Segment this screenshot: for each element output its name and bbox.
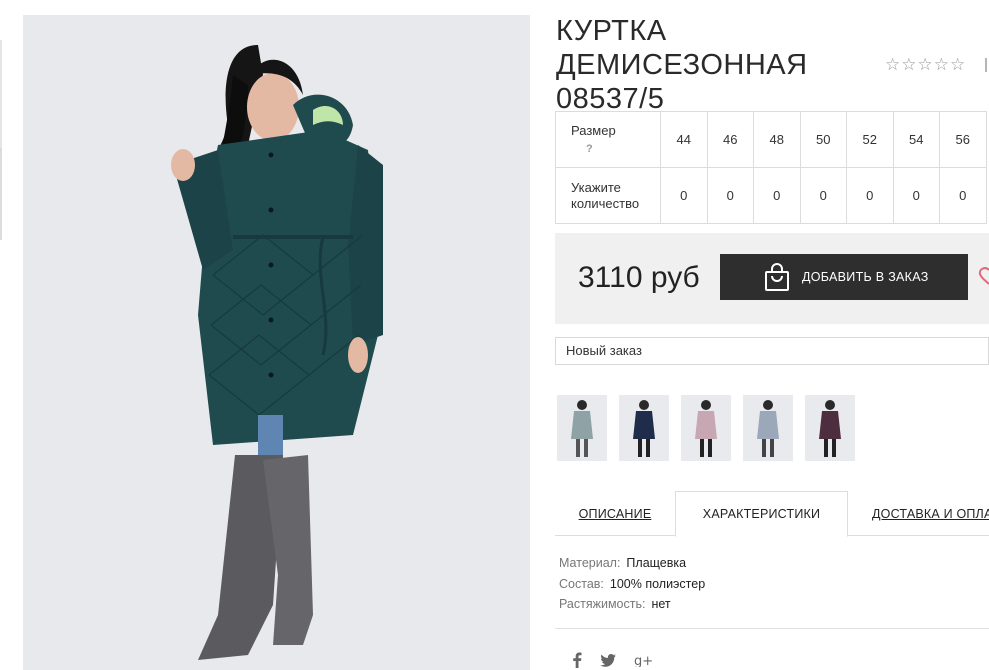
tab-description[interactable]: ОПИСАНИЕ: [555, 491, 675, 536]
rating-divider: [985, 58, 987, 72]
quantity-input[interactable]: 0: [799, 167, 847, 224]
star-icon[interactable]: ☆: [901, 56, 916, 73]
characteristics-list: Материал: Плащевка Состав: 100% полиэстер …: [559, 553, 705, 615]
characteristic-key: Растяжимость:: [559, 597, 646, 611]
characteristic-key: Состав:: [559, 576, 604, 591]
product-title: КУРТКА ДЕМИСЕЗОННАЯ 08537/5: [556, 14, 916, 116]
size-cell: 56: [939, 111, 987, 168]
quantity-label-line1: Укажите: [571, 179, 621, 195]
characteristic-key: Материал:: [559, 556, 621, 570]
svg-text:g+: g+: [634, 654, 652, 667]
product-title-line1: КУРТКА ДЕМИСЕЗОННАЯ: [556, 15, 808, 81]
main-product-photo[interactable]: [23, 15, 530, 670]
size-cell: 54: [892, 111, 940, 168]
variant-thumbnail[interactable]: [743, 395, 793, 461]
quantity-input[interactable]: 0: [706, 167, 754, 224]
product-tabs: ОПИСАНИЕ ХАРАКТЕРИСТИКИ ДОСТАВКА И ОПЛАТ…: [555, 491, 989, 537]
characteristic-value: 100% полиэстер: [609, 576, 706, 591]
gallery-scroll-thumb[interactable]: [0, 148, 2, 240]
variant-thumbnail[interactable]: [557, 395, 607, 461]
characteristic-row: Состав: 100% полиэстер: [559, 574, 705, 595]
divider: [555, 628, 989, 629]
social-share: g+: [572, 652, 653, 670]
color-variant-thumbnails: [557, 395, 855, 461]
price: 3110 руб: [578, 261, 700, 294]
star-icon[interactable]: ☆: [918, 56, 933, 73]
twitter-icon[interactable]: [600, 653, 616, 670]
price-panel: 3110 руб ДОБАВИТЬ В ЗАКАЗ: [555, 233, 989, 324]
facebook-icon[interactable]: [572, 652, 582, 670]
characteristic-value: Плащевка: [626, 556, 687, 570]
star-icon[interactable]: ☆: [885, 56, 900, 73]
characteristic-value: нет: [651, 597, 671, 611]
quantity-input[interactable]: 0: [939, 167, 987, 224]
quantity-label-cell: Укажите количество: [555, 167, 661, 224]
size-cell: 44: [660, 111, 708, 168]
size-help-icon[interactable]: ?: [571, 141, 660, 157]
add-to-order-label: ДОБАВИТЬ В ЗАКАЗ: [802, 270, 929, 284]
quantity-label-line2: количество: [571, 195, 640, 211]
size-cell: 46: [706, 111, 754, 168]
variant-thumbnail[interactable]: [805, 395, 855, 461]
quantity-input[interactable]: 0: [892, 167, 940, 224]
google-plus-icon[interactable]: g+: [634, 653, 653, 670]
add-to-order-button[interactable]: ДОБАВИТЬ В ЗАКАЗ: [720, 254, 968, 300]
star-icon[interactable]: ☆: [950, 56, 965, 73]
characteristic-row: Материал: Плащевка: [559, 553, 705, 574]
quantity-input[interactable]: 0: [660, 167, 708, 224]
order-select[interactable]: Новый заказ: [555, 337, 989, 365]
size-table: Размер ? 44 46 48 50 52 54 56 Укажите ко…: [555, 111, 987, 224]
variant-thumbnail[interactable]: [681, 395, 731, 461]
shopping-bag-icon: [764, 262, 790, 292]
size-cell: 50: [799, 111, 847, 168]
heart-icon[interactable]: [978, 266, 989, 293]
size-cell: 48: [753, 111, 801, 168]
tab-delivery-payment[interactable]: ДОСТАВКА И ОПЛАТА: [860, 491, 989, 536]
variant-thumbnail[interactable]: [619, 395, 669, 461]
size-label-cell: Размер ?: [555, 111, 661, 168]
size-cell: 52: [846, 111, 894, 168]
star-icon[interactable]: ☆: [934, 56, 949, 73]
rating-stars[interactable]: ☆ ☆ ☆ ☆ ☆: [885, 56, 965, 73]
characteristic-row: Растяжимость: нет: [559, 594, 705, 615]
quantity-input[interactable]: 0: [846, 167, 894, 224]
tab-characteristics[interactable]: ХАРАКТЕРИСТИКИ: [675, 491, 848, 537]
size-label: Размер: [571, 122, 616, 138]
quantity-input[interactable]: 0: [753, 167, 801, 224]
